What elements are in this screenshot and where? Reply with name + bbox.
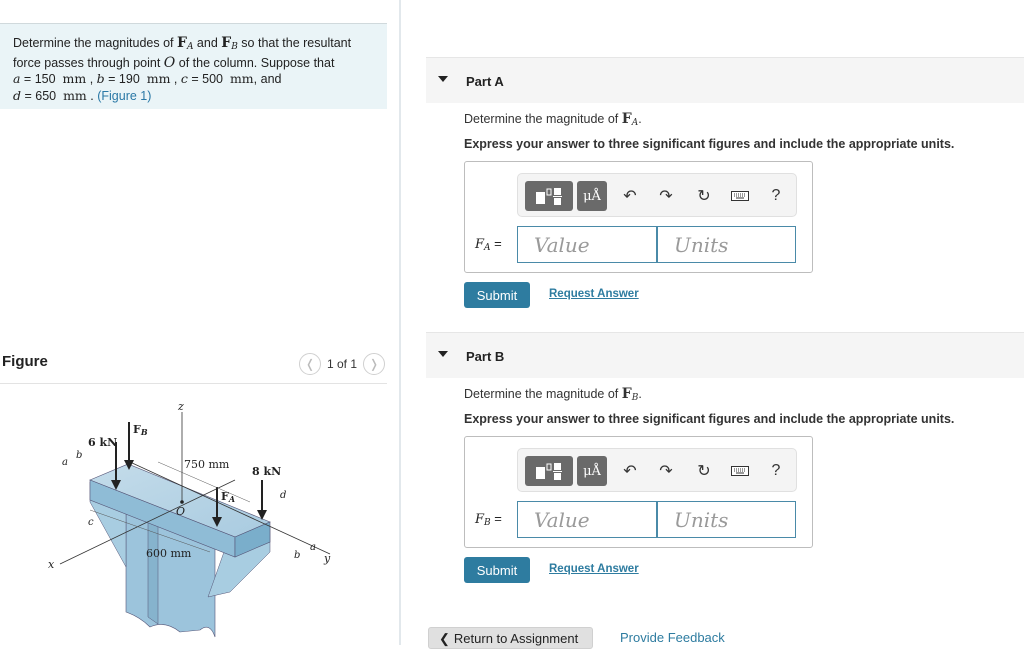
- part-a-units-input[interactable]: [657, 226, 796, 263]
- undo-button[interactable]: ↶: [618, 185, 642, 207]
- label-fb: FB: [133, 423, 148, 437]
- prev-figure-button[interactable]: ❬: [298, 353, 321, 375]
- panel-divider[interactable]: [399, 0, 401, 645]
- problem-statement: Determine the magnitudes of FA and FB so…: [0, 23, 387, 109]
- vector-fa: F: [176, 35, 187, 51]
- part-a-answer-label: FA =: [475, 236, 502, 253]
- redo-button[interactable]: ↷: [654, 185, 678, 207]
- label-a-left: a: [62, 457, 68, 468]
- templates-button[interactable]: [525, 456, 573, 486]
- units-icon: μÅ: [583, 188, 601, 204]
- label-o: O: [176, 505, 185, 518]
- help-icon: ?: [771, 187, 781, 204]
- part-a-title: Part A: [466, 74, 504, 89]
- units-icon: μÅ: [583, 463, 601, 479]
- part-a-answer-box: μÅ ↶ ↷ ↻ ? FA =: [464, 161, 813, 273]
- problem-line-4: d = 650 mm . (Figure 1): [13, 87, 152, 103]
- return-to-assignment-button[interactable]: ❮ Return to Assignment: [428, 627, 593, 649]
- chevron-right-icon: ❭: [368, 357, 380, 371]
- figure-link[interactable]: (Figure 1): [97, 89, 151, 103]
- reset-icon: ↻: [697, 463, 711, 480]
- problem-line-1: Determine the magnitudes of FA and FB so…: [13, 35, 352, 52]
- part-b-request-answer-link[interactable]: Request Answer: [549, 563, 639, 575]
- problem-line-2: force passes through point O of the colu…: [13, 54, 335, 71]
- templates-icon: [536, 188, 562, 205]
- units-button[interactable]: μÅ: [577, 181, 607, 211]
- part-a-question: Determine the magnitude of FA.: [464, 111, 642, 128]
- redo-button[interactable]: ↷: [654, 460, 678, 482]
- help-button[interactable]: ?: [764, 460, 788, 482]
- part-b-answer-label: FB =: [475, 511, 502, 528]
- part-a-value-input[interactable]: [517, 226, 657, 263]
- undo-button[interactable]: ↶: [618, 460, 642, 482]
- figure-pager: ❬ 1 of 1 ❭: [298, 353, 385, 375]
- chevron-left-icon: ❬: [304, 357, 315, 371]
- part-b-title: Part B: [466, 349, 505, 364]
- param-c-value: 500: [202, 72, 223, 86]
- part-a-header[interactable]: Part A: [426, 57, 1024, 103]
- pager-text: 1 of 1: [326, 357, 357, 371]
- label-8kN: 8 kN: [252, 465, 281, 478]
- label-x: x: [48, 558, 55, 571]
- templates-icon: [536, 463, 562, 480]
- units-button[interactable]: μÅ: [577, 456, 607, 486]
- keyboard-icon: [731, 466, 749, 476]
- part-a-request-answer-link[interactable]: Request Answer: [549, 288, 639, 300]
- part-b-submit-button[interactable]: Submit: [464, 557, 530, 583]
- part-b-header[interactable]: Part B: [426, 332, 1024, 378]
- help-icon: ?: [771, 462, 781, 479]
- label-c: c: [88, 517, 94, 528]
- part-b-value-input[interactable]: [517, 501, 657, 538]
- figure-title: Figure: [2, 353, 48, 370]
- keyboard-icon: [731, 191, 749, 201]
- templates-button[interactable]: [525, 181, 573, 211]
- part-b-question: Determine the magnitude of FB.: [464, 386, 642, 403]
- part-a-math-toolbar: μÅ ↶ ↷ ↻ ?: [517, 173, 797, 217]
- label-b-left: b: [76, 450, 82, 461]
- force-6kN-arrow: [111, 442, 121, 490]
- part-a-submit-button[interactable]: Submit: [464, 282, 530, 308]
- reset-button[interactable]: ↻: [692, 460, 716, 482]
- part-b-math-toolbar: μÅ ↶ ↷ ↻ ?: [517, 448, 797, 492]
- point-o: O: [163, 54, 176, 71]
- undo-icon: ↶: [623, 188, 637, 205]
- label-750mm: 750 mm: [184, 458, 230, 471]
- part-b-instruction: Express your answer to three significant…: [464, 412, 955, 426]
- label-d: d: [280, 490, 286, 501]
- force-8kN-arrow: [257, 480, 267, 520]
- point-o-marker: [180, 500, 184, 504]
- label-b-right: b: [294, 550, 300, 561]
- return-label: Return to Assignment: [453, 631, 579, 646]
- label-y: y: [323, 552, 331, 565]
- reset-button[interactable]: ↻: [692, 185, 716, 207]
- next-figure-button[interactable]: ❭: [363, 353, 385, 375]
- part-b-answer-box: μÅ ↶ ↷ ↻ ? FB =: [464, 436, 813, 548]
- param-b-value: 190: [118, 72, 140, 86]
- label-600mm: 600 mm: [146, 547, 192, 560]
- provide-feedback-link[interactable]: Provide Feedback: [620, 630, 725, 645]
- label-6kN: 6 kN: [88, 436, 117, 449]
- problem-line-3: a = 150 mm , b = 190 mm , c = 500 mm, an…: [13, 71, 282, 86]
- caret-down-icon: [438, 351, 448, 357]
- param-d-value: 650: [35, 88, 57, 103]
- part-a-instruction: Express your answer to three significant…: [464, 137, 955, 151]
- help-button[interactable]: ?: [764, 185, 788, 207]
- param-a-value: 150: [34, 72, 56, 86]
- figure-header: Figure ❬ 1 of 1 ❭: [0, 350, 387, 384]
- redo-icon: ↷: [659, 463, 673, 480]
- undo-icon: ↶: [623, 463, 637, 480]
- figure-diagram: z x y O 6 kN 8 kN FB FA 750 mm 600 mm a …: [48, 400, 331, 638]
- vector-fb: F: [221, 35, 232, 51]
- label-fa: FA: [221, 490, 235, 504]
- keyboard-button[interactable]: [728, 185, 752, 207]
- label-z: z: [177, 400, 184, 413]
- redo-icon: ↷: [659, 188, 673, 205]
- caret-down-icon: [438, 76, 448, 82]
- reset-icon: ↻: [697, 188, 711, 205]
- label-a-right: a: [310, 542, 316, 553]
- keyboard-button[interactable]: [728, 460, 752, 482]
- part-b-units-input[interactable]: [657, 501, 796, 538]
